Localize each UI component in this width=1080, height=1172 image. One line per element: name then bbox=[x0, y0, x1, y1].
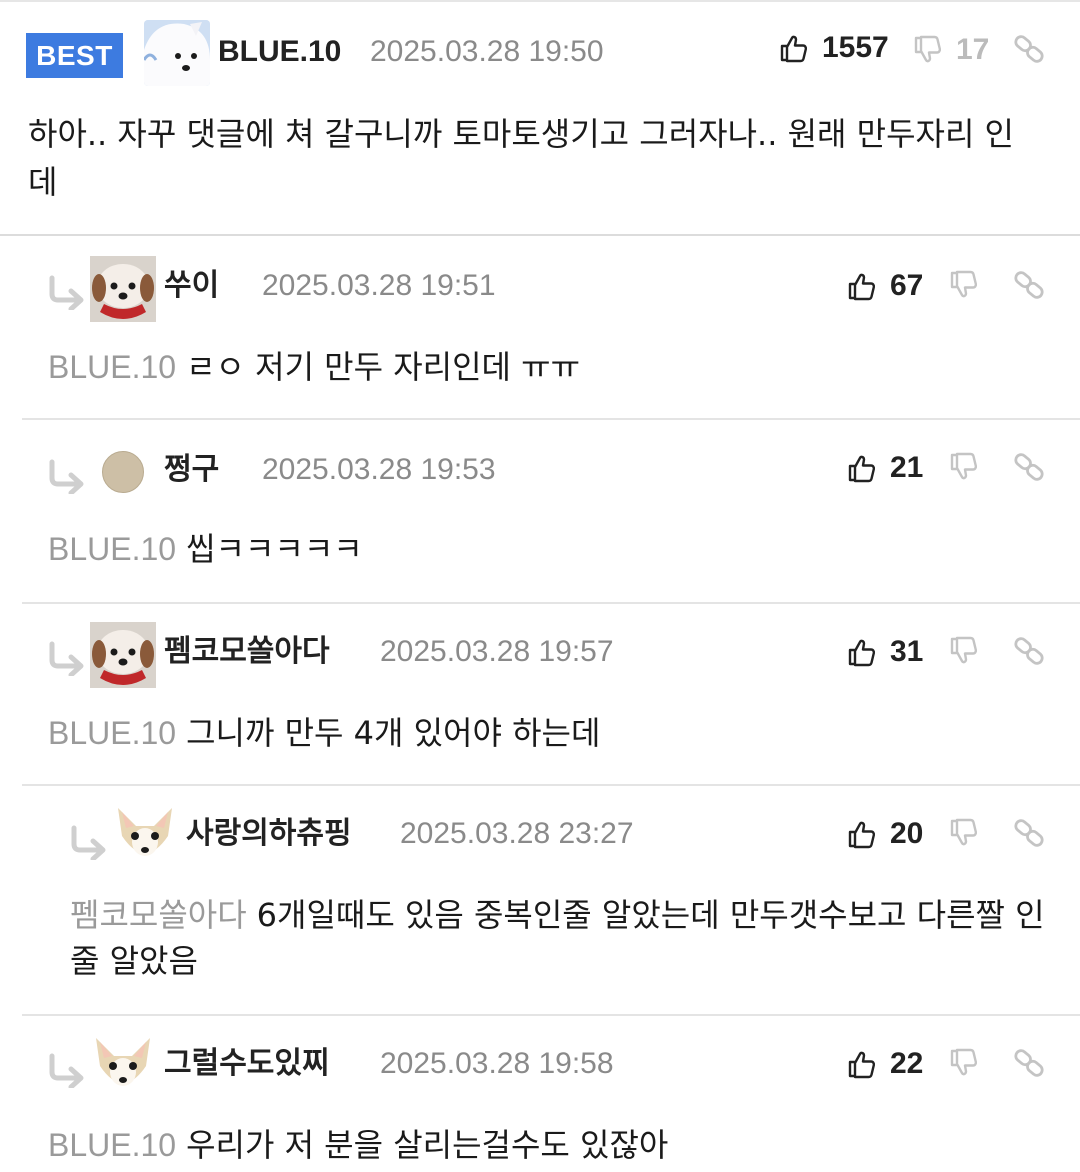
like-count: 31 bbox=[890, 635, 924, 668]
link-icon[interactable] bbox=[1012, 268, 1046, 306]
comment-author[interactable]: 쑤이 bbox=[164, 264, 219, 308]
link-icon[interactable] bbox=[1012, 1046, 1046, 1084]
thumbs-down-icon[interactable] bbox=[948, 1046, 980, 1084]
like-count: 21 bbox=[890, 451, 924, 484]
comment-date: 2025.03.28 19:51 bbox=[262, 269, 496, 302]
like-button[interactable]: 31 bbox=[846, 632, 923, 672]
like-count: 67 bbox=[890, 269, 924, 302]
link-icon[interactable] bbox=[1012, 816, 1046, 854]
reply-arrow-icon bbox=[46, 274, 86, 310]
link-icon[interactable] bbox=[1012, 32, 1046, 70]
like-button[interactable]: 22 bbox=[846, 1044, 923, 1084]
comment-date: 2025.03.28 19:53 bbox=[262, 453, 496, 486]
reply-comment: 펨코모쏠아다 2025.03.28 19:57 31 BLUE.10 그니까 만두… bbox=[22, 604, 1080, 786]
comment-body: 씹ㅋㅋㅋㅋㅋ bbox=[186, 530, 363, 568]
thumbs-up-icon bbox=[846, 635, 878, 669]
comment-author[interactable]: 쩡구 bbox=[164, 448, 219, 492]
comment-date: 2025.03.28 19:58 bbox=[380, 1047, 614, 1080]
thumbs-up-icon bbox=[846, 1047, 878, 1081]
reply-comment: 그럴수도있찌 2025.03.28 19:58 22 BLUE.10 우리가 저 … bbox=[22, 1016, 1080, 1172]
puppy-avatar-icon[interactable] bbox=[90, 622, 156, 688]
mention-tag[interactable]: BLUE.10 bbox=[48, 715, 176, 751]
like-button[interactable]: 67 bbox=[846, 266, 923, 306]
thumbs-down-icon[interactable] bbox=[948, 816, 980, 854]
like-button[interactable]: 21 bbox=[846, 448, 923, 488]
reply-arrow-icon bbox=[68, 824, 108, 860]
best-comment: BEST BLUE.10 2025.03.28 19:50 1557 17 하아… bbox=[0, 2, 1080, 236]
chihuahua-avatar-icon[interactable] bbox=[112, 804, 178, 870]
thumbs-down-icon[interactable] bbox=[948, 268, 980, 306]
reply-comment: 쑤이 2025.03.28 19:51 67 BLUE.10 ㄹㅇ 저기 만두 자… bbox=[22, 238, 1080, 420]
nested-reply-comment: 사랑의하츄핑 2025.03.28 23:27 20 펨코모쏠아다 6개일때도 있… bbox=[22, 786, 1080, 1016]
comment-text: BLUE.10 씹ㅋㅋㅋㅋㅋ bbox=[48, 526, 1048, 572]
comment-text: 펨코모쏠아다 6개일때도 있음 중복인줄 알았는데 만두갯수보고 다른짤 인줄 알… bbox=[70, 892, 1060, 984]
mention-tag[interactable]: BLUE.10 bbox=[48, 531, 176, 567]
comment-body: ㄹㅇ 저기 만두 자리인데 ㅠㅠ bbox=[186, 348, 581, 386]
comment-body: 그니까 만두 4개 있어야 하는데 bbox=[186, 714, 601, 752]
dislike-button[interactable]: 17 bbox=[912, 30, 989, 70]
comment-date: 2025.03.28 19:50 bbox=[370, 35, 604, 68]
mention-tag[interactable]: BLUE.10 bbox=[48, 349, 176, 385]
like-count: 22 bbox=[890, 1047, 924, 1080]
link-icon[interactable] bbox=[1012, 634, 1046, 672]
thumbs-up-icon bbox=[778, 31, 810, 65]
comment-body: 우리가 저 분을 살리는걸수도 있잖아 bbox=[186, 1126, 669, 1164]
like-count: 20 bbox=[890, 817, 924, 850]
comment-text: BLUE.10 그니까 만두 4개 있어야 하는데 bbox=[48, 710, 1048, 756]
like-count: 1557 bbox=[822, 31, 889, 64]
comment-author[interactable]: BLUE.10 bbox=[218, 30, 341, 74]
reply-arrow-icon bbox=[46, 640, 86, 676]
comment-text: 하아.. 자꾸 댓글에 쳐 갈구니까 토마토생기고 그러자나.. 원래 만두자리… bbox=[28, 115, 1014, 201]
circle-avatar-icon[interactable] bbox=[102, 451, 144, 493]
comment-author[interactable]: 그럴수도있찌 bbox=[164, 1042, 330, 1086]
reply-arrow-icon bbox=[46, 1052, 86, 1088]
samoyed-avatar-icon[interactable] bbox=[144, 20, 210, 86]
comment-text: BLUE.10 우리가 저 분을 살리는걸수도 있잖아 bbox=[48, 1122, 1048, 1168]
thumbs-up-icon bbox=[846, 817, 878, 851]
link-icon[interactable] bbox=[1012, 450, 1046, 488]
thumbs-up-icon bbox=[846, 451, 878, 485]
chihuahua-avatar-icon[interactable] bbox=[90, 1034, 156, 1100]
thumbs-down-icon[interactable] bbox=[948, 634, 980, 672]
best-badge: BEST bbox=[26, 33, 123, 78]
like-button[interactable]: 1557 bbox=[778, 28, 889, 68]
comment-date: 2025.03.28 19:57 bbox=[380, 635, 614, 668]
comment-text: BLUE.10 ㄹㅇ 저기 만두 자리인데 ㅠㅠ bbox=[48, 344, 1048, 390]
comment-author[interactable]: 펨코모쏠아다 bbox=[164, 630, 330, 674]
comment-date: 2025.03.28 23:27 bbox=[400, 817, 634, 850]
reply-comment: 쩡구 2025.03.28 19:53 21 BLUE.10 씹ㅋㅋㅋㅋㅋ bbox=[22, 420, 1080, 604]
comment-author[interactable]: 사랑의하츄핑 bbox=[186, 812, 352, 856]
mention-tag[interactable]: BLUE.10 bbox=[48, 1127, 176, 1163]
puppy-avatar-icon[interactable] bbox=[90, 256, 156, 322]
thumbs-down-icon[interactable] bbox=[948, 450, 980, 488]
like-button[interactable]: 20 bbox=[846, 814, 923, 854]
thumbs-down-icon bbox=[912, 33, 944, 67]
thumbs-up-icon bbox=[846, 269, 878, 303]
mention-tag[interactable]: 펨코모쏠아다 bbox=[70, 897, 247, 933]
reply-arrow-icon bbox=[46, 458, 86, 494]
dislike-count: 17 bbox=[956, 33, 990, 66]
